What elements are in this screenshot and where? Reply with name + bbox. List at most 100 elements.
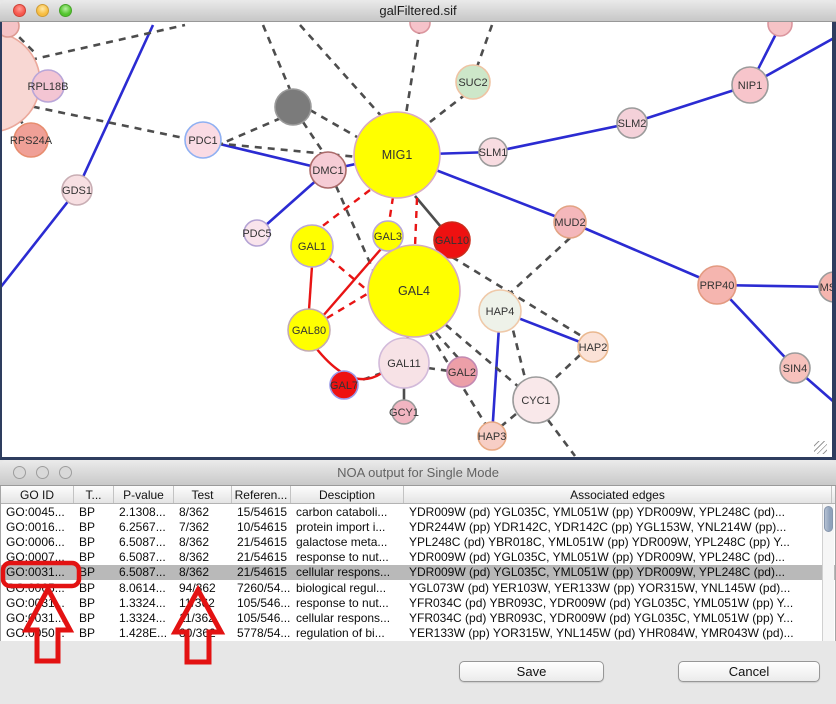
- table-cell: BP: [74, 504, 114, 519]
- table-cell: regulation of bi...: [291, 626, 404, 641]
- node-label-gal1: GAL1: [298, 241, 326, 253]
- node-label-hap3: HAP3: [478, 431, 507, 443]
- table-row[interactable]: GO:0006...BP6.5087...8/36221/54615galact…: [1, 534, 835, 549]
- table-cell: galactose meta...: [291, 534, 404, 549]
- table-cell: BP: [74, 550, 114, 565]
- minimize-button-inactive[interactable]: [36, 466, 49, 479]
- table-row[interactable]: GO:0007...BP6.5087...8/36221/54615respon…: [1, 550, 835, 565]
- table-cell: 11/362: [174, 610, 232, 625]
- network-edge: [508, 238, 570, 295]
- node-label-hap4: HAP4: [486, 306, 515, 318]
- table-cell: YGL073W (pd) YER103W, YER133W (pp) YOR31…: [404, 580, 832, 595]
- table-cell: YDR009W (pd) YGL035C, YML051W (pp) YDR00…: [404, 565, 832, 580]
- table-cell: 8/362: [174, 534, 232, 549]
- node-label-cyc1: CYC1: [521, 395, 550, 407]
- table-cell: 21/54615: [232, 565, 291, 580]
- network-edge: [309, 266, 312, 310]
- table-row[interactable]: GO:0031...BP1.3324...11/362105/546...cel…: [1, 610, 835, 625]
- table-cell: 5778/54...: [232, 626, 291, 641]
- network-edge: [389, 197, 393, 223]
- scrollbar-thumb[interactable]: [824, 506, 833, 532]
- network-edge: [406, 27, 420, 114]
- column-header-desciption[interactable]: Desciption: [291, 486, 404, 503]
- network-node-cornerpink[interactable]: [0, 22, 19, 37]
- node-label-dmc1: DMC1: [312, 165, 343, 177]
- table-row[interactable]: GO:0045...BP2.1308...8/36215/54615carbon…: [1, 504, 835, 519]
- zoom-button-inactive[interactable]: [59, 466, 72, 479]
- table-cell: YFR034C (pd) YBR093C, YDR009W (pd) YGL03…: [404, 610, 832, 625]
- table-row[interactable]: GO:0031...BP6.5087...8/36221/54615cellul…: [1, 565, 835, 580]
- network-edge: [428, 368, 449, 371]
- network-canvas[interactable]: RPL18BRPS24AGDS1PDC1DMC1MIG1SUC2NIP1SLM2…: [0, 22, 836, 460]
- node-label-gal11: GAL11: [387, 358, 420, 370]
- zoom-button[interactable]: [59, 4, 72, 17]
- table-cell: BP: [74, 534, 114, 549]
- column-header-go-id[interactable]: GO ID: [1, 486, 74, 503]
- network-node-toppink2[interactable]: [768, 22, 792, 36]
- table-cell: biological regul...: [291, 580, 404, 595]
- column-header-referen-[interactable]: Referen...: [232, 486, 291, 503]
- minimize-button[interactable]: [36, 4, 49, 17]
- table-cell: 8/362: [174, 565, 232, 580]
- noa-window: NOA output for Single Mode GO IDT...P-va…: [0, 460, 836, 704]
- network-edge: [216, 118, 281, 146]
- node-label-slm1: SLM1: [479, 147, 508, 159]
- network-edge: [452, 257, 588, 340]
- column-header-associated-edges[interactable]: Associated edges: [404, 486, 832, 503]
- column-header-t-[interactable]: T...: [74, 486, 114, 503]
- column-header-p-value[interactable]: P-value: [114, 486, 174, 503]
- column-header-test[interactable]: Test: [174, 486, 232, 503]
- network-edge: [310, 110, 357, 137]
- close-button[interactable]: [13, 4, 26, 17]
- results-table: GO IDT...P-valueTestReferen...Desciption…: [0, 486, 836, 641]
- node-label-gal2: GAL2: [448, 367, 476, 379]
- network-edge: [320, 190, 370, 228]
- table-cell: GO:0050...: [1, 626, 74, 641]
- save-button[interactable]: Save: [459, 661, 604, 682]
- table-cell: cellular respons...: [291, 610, 404, 625]
- table-cell: 94/362: [174, 580, 232, 595]
- table-header: GO IDT...P-valueTestReferen...Desciption…: [1, 486, 835, 504]
- table-cell: BP: [74, 580, 114, 595]
- node-label-gal4: GAL4: [398, 284, 430, 298]
- network-edge: [263, 25, 291, 92]
- node-label-rps24a: RPS24A: [10, 135, 53, 147]
- close-button-inactive[interactable]: [13, 466, 26, 479]
- table-cell: 1.3324...: [114, 595, 174, 610]
- node-label-sin4: SIN4: [783, 363, 807, 375]
- table-row[interactable]: GO:0065...BP8.0614...94/3627260/54...bio…: [1, 580, 835, 595]
- network-edge: [77, 25, 153, 190]
- table-cell: 7/362: [174, 519, 232, 534]
- network-titlebar[interactable]: galFiltered.sif: [0, 0, 836, 22]
- table-cell: BP: [74, 519, 114, 534]
- table-cell: 6.5087...: [114, 550, 174, 565]
- table-cell: GO:0065...: [1, 580, 74, 595]
- network-edge: [570, 222, 717, 285]
- noa-titlebar[interactable]: NOA output for Single Mode: [0, 460, 836, 486]
- table-cell: 2.1308...: [114, 504, 174, 519]
- table-cell: YDR009W (pd) YGL035C, YML051W (pp) YDR00…: [404, 550, 832, 565]
- traffic-lights: [13, 4, 72, 17]
- node-label-gal80: GAL80: [292, 325, 326, 337]
- cancel-button[interactable]: Cancel: [678, 661, 820, 682]
- network-graph: RPL18BRPS24AGDS1PDC1DMC1MIG1SUC2NIP1SLM2…: [0, 22, 836, 460]
- table-cell: 15/54615: [232, 504, 291, 519]
- table-body: GO:0045...BP2.1308...8/36215/54615carbon…: [1, 504, 835, 641]
- node-label-gds1: GDS1: [62, 185, 92, 197]
- table-cell: YPL248C (pd) YBR018C, YML051W (pp) YDR00…: [404, 534, 832, 549]
- network-edge: [548, 420, 575, 456]
- table-cell: GO:0006...: [1, 534, 74, 549]
- table-cell: GO:0016...: [1, 519, 74, 534]
- table-row[interactable]: GO:0050...BP1.428E...80/3625778/54...reg…: [1, 626, 835, 641]
- table-row[interactable]: GO:0016...BP6.2567...7/36210/54615protei…: [1, 519, 835, 534]
- network-node-toppink1[interactable]: [410, 22, 430, 33]
- vertical-scrollbar[interactable]: [822, 504, 834, 641]
- noa-window-title: NOA output for Single Mode: [337, 465, 499, 480]
- resize-grip-icon[interactable]: [814, 441, 827, 454]
- table-row[interactable]: GO:0031...BP1.3324...11/362105/546...res…: [1, 595, 835, 610]
- table-cell: BP: [74, 595, 114, 610]
- network-node-graynode[interactable]: [275, 89, 311, 125]
- node-label-mig1: MIG1: [382, 148, 413, 162]
- table-cell: BP: [74, 626, 114, 641]
- table-cell: 10/54615: [232, 519, 291, 534]
